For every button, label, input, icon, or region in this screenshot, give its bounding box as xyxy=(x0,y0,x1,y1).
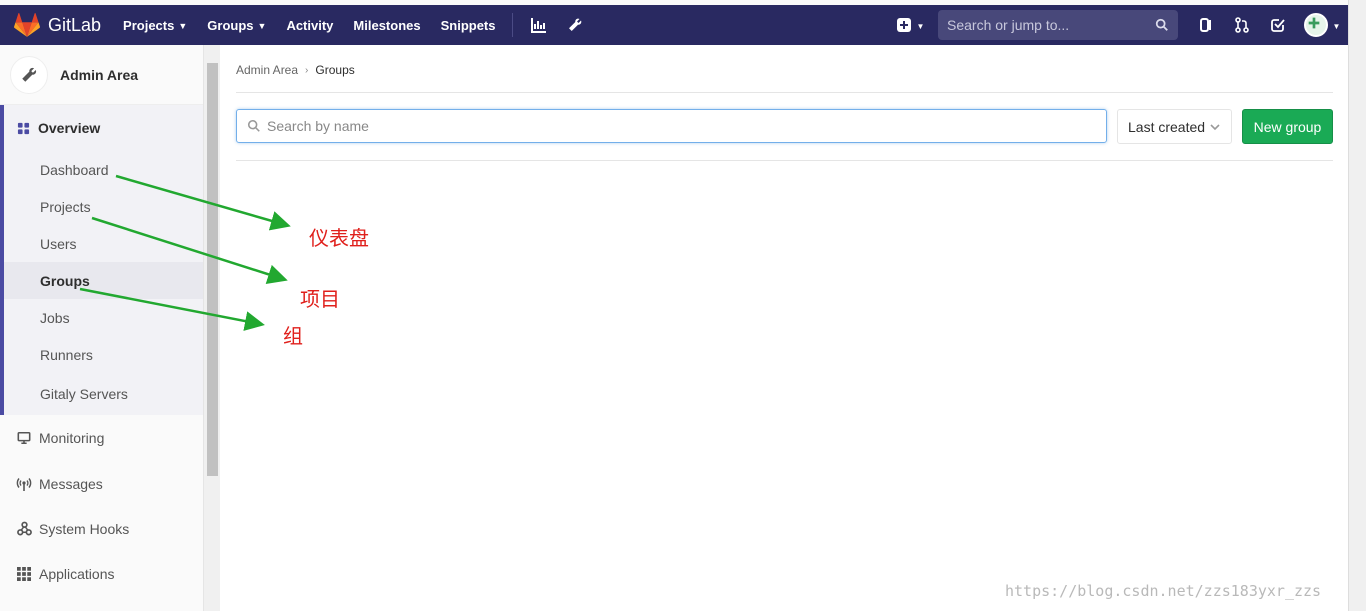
annotation-dashboard-label: 仪表盘 xyxy=(309,226,369,250)
top-navbar: GitLab Projects ▼ Groups ▼ Activity Milest… xyxy=(0,5,1348,45)
sidebar-scrollbar-thumb[interactable] xyxy=(207,63,218,476)
sidebar-item-label: Gitaly Servers xyxy=(40,386,128,402)
global-search[interactable] xyxy=(938,10,1178,40)
breadcrumb-groups[interactable]: Groups xyxy=(315,63,354,77)
merge-request-icon[interactable] xyxy=(1224,17,1260,33)
sidebar-item-label: Dashboard xyxy=(40,161,109,178)
sidebar-item-overview-label: Overview xyxy=(38,120,101,136)
wrench-icon xyxy=(10,55,48,94)
sidebar-item-label: Users xyxy=(40,235,77,252)
nav-snippets-label: Snippets xyxy=(440,17,496,33)
chevron-down-icon: ▼ xyxy=(257,21,267,31)
sidebar-item-projects[interactable]: Projects xyxy=(4,188,203,225)
sidebar-title: Admin Area xyxy=(60,66,139,83)
watermark: https://blog.csdn.net/zzs183yxr_zzs xyxy=(1005,582,1322,600)
global-search-input[interactable] xyxy=(947,17,1155,33)
annotation-groups-label: 组 xyxy=(283,324,303,348)
divider xyxy=(236,92,1333,93)
todo-icon[interactable] xyxy=(1260,17,1296,33)
chevron-down-icon xyxy=(1210,123,1220,130)
wrench-icon[interactable] xyxy=(557,17,593,33)
nav-projects[interactable]: Projects ▼ xyxy=(113,18,197,33)
sidebar-scrollbar[interactable] xyxy=(204,45,220,611)
sidebar-item-dashboard[interactable]: Dashboard xyxy=(4,151,203,188)
broadcast-icon xyxy=(16,476,32,492)
sidebar-item-label: Monitoring xyxy=(39,430,105,446)
sidebar-item-label: System Hooks xyxy=(39,520,130,537)
nav-activity[interactable]: Activity xyxy=(276,18,343,33)
sidebar-item-label: Runners xyxy=(40,346,93,363)
sidebar-item-label: Projects xyxy=(40,198,91,215)
sidebar-header[interactable]: Admin Area xyxy=(0,45,203,105)
nav-activity-label: Activity xyxy=(286,17,334,33)
sidebar-item-messages[interactable]: Messages xyxy=(0,461,203,506)
sidebar-item-label: Messages xyxy=(39,475,103,492)
sidebar-item-runners[interactable]: Runners xyxy=(4,336,203,373)
sidebar-item-monitoring[interactable]: Monitoring xyxy=(0,415,203,461)
sort-dropdown-label: Last created xyxy=(1128,118,1206,135)
monitor-icon xyxy=(16,430,32,446)
chart-icon[interactable] xyxy=(521,17,557,33)
search-icon xyxy=(247,119,260,132)
gitlab-logo[interactable]: GitLab xyxy=(14,13,101,37)
nav-divider xyxy=(511,13,513,37)
nav-groups-label: Groups xyxy=(207,17,254,33)
nav-groups[interactable]: Groups ▼ xyxy=(197,18,276,33)
sort-dropdown[interactable]: Last created xyxy=(1117,109,1232,144)
window-scrollbar[interactable] xyxy=(1348,0,1366,611)
sidebar-item-system-hooks[interactable]: System Hooks xyxy=(0,506,203,551)
chevron-down-icon: ▼ xyxy=(178,21,188,31)
breadcrumb: Admin Area › Groups xyxy=(236,63,355,77)
grid-icon xyxy=(16,566,32,582)
chevron-down-icon: ▼ xyxy=(1332,21,1341,31)
sidebar-item-jobs[interactable]: Jobs xyxy=(4,299,203,336)
divider xyxy=(236,160,1333,161)
search-by-name-input[interactable] xyxy=(267,118,1106,134)
nav-milestones-label: Milestones xyxy=(353,17,421,33)
sidebar-item-label: Jobs xyxy=(40,309,70,326)
search-icon xyxy=(1155,18,1168,31)
sidebar-item-users[interactable]: Users xyxy=(4,225,203,262)
chevron-down-icon: ▼ xyxy=(916,21,925,31)
sidebar-item-label: Applications xyxy=(39,565,115,582)
new-group-button[interactable]: New group xyxy=(1242,109,1333,144)
sidebar-overview-section: Overview Dashboard Projects Users Groups… xyxy=(0,105,203,415)
annotation-projects-label: 项目 xyxy=(300,287,340,311)
sidebar-item-applications[interactable]: Applications xyxy=(0,551,203,596)
chevron-right-icon: › xyxy=(305,64,309,76)
nav-milestones[interactable]: Milestones xyxy=(343,18,430,33)
admin-sidebar: Admin Area Overview Dashboard Projects U… xyxy=(0,45,204,611)
sidebar-item-groups[interactable]: Groups xyxy=(4,262,203,299)
breadcrumb-admin-area[interactable]: Admin Area xyxy=(236,63,298,77)
dashboard-grid-icon xyxy=(16,121,30,135)
new-item-dropdown[interactable]: ▼ xyxy=(888,17,932,33)
plus-square-icon xyxy=(896,18,911,32)
brand-name: GitLab xyxy=(48,14,102,35)
main-content: Admin Area › Groups Last created New gro… xyxy=(220,45,1348,611)
group-filter[interactable] xyxy=(236,109,1107,143)
user-menu[interactable]: ▼ xyxy=(1296,13,1348,37)
nav-snippets[interactable]: Snippets xyxy=(431,18,506,33)
sidebar-item-gitaly-servers[interactable]: Gitaly Servers xyxy=(4,373,203,415)
sidebar-item-label: Groups xyxy=(40,272,90,289)
hook-icon xyxy=(16,521,32,537)
issues-icon[interactable] xyxy=(1188,17,1224,33)
tanuki-icon xyxy=(14,13,40,37)
avatar xyxy=(1303,13,1328,37)
nav-projects-label: Projects xyxy=(123,17,175,33)
sidebar-item-overview[interactable]: Overview xyxy=(4,105,203,151)
